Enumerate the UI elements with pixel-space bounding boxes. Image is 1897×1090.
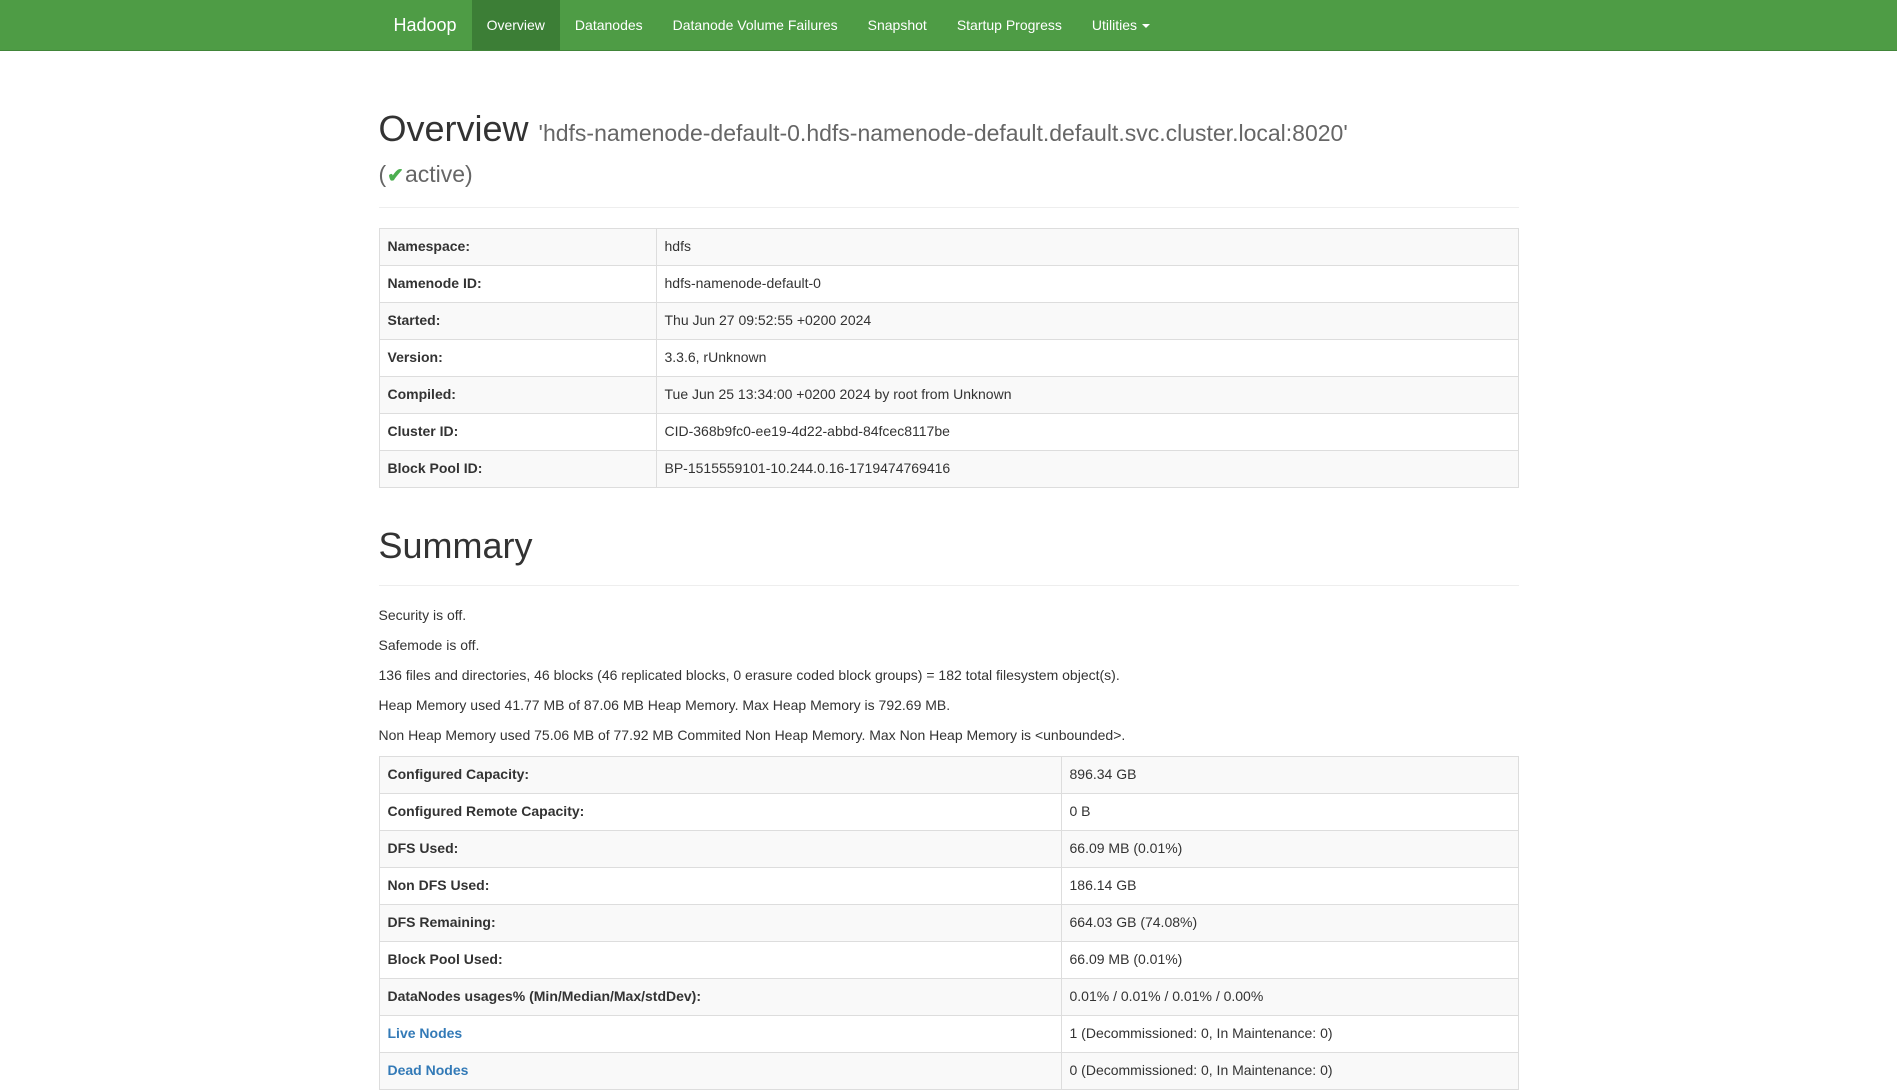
summary-title: Summary bbox=[379, 526, 1519, 566]
info-value: 3.3.6, rUnknown bbox=[656, 339, 1518, 376]
nav-item-startup-progress[interactable]: Startup Progress bbox=[942, 0, 1077, 50]
table-row: Compiled: Tue Jun 25 13:34:00 +0200 2024… bbox=[379, 376, 1518, 413]
stat-label: Configured Remote Capacity: bbox=[379, 794, 1061, 831]
page-title: Overview 'hdfs-namenode-default-0.hdfs-n… bbox=[379, 109, 1519, 187]
table-row: Live Nodes 1 (Decommissioned: 0, In Main… bbox=[379, 1016, 1518, 1053]
table-row: DFS Used: 66.09 MB (0.01%) bbox=[379, 831, 1518, 868]
table-row: Block Pool ID: BP-1515559101-10.244.0.16… bbox=[379, 450, 1518, 487]
info-value: Tue Jun 25 13:34:00 +0200 2024 by root f… bbox=[656, 376, 1518, 413]
page-header: Overview 'hdfs-namenode-default-0.hdfs-n… bbox=[379, 109, 1519, 187]
stat-label: DFS Remaining: bbox=[379, 905, 1061, 942]
paren-close: ) bbox=[465, 161, 473, 187]
navbar: Hadoop Overview Datanodes Datanode Volum… bbox=[0, 0, 1897, 51]
info-label: Cluster ID: bbox=[379, 413, 656, 450]
table-row: Cluster ID: CID-368b9fc0-ee19-4d22-abbd-… bbox=[379, 413, 1518, 450]
page-title-text: Overview bbox=[379, 108, 529, 149]
info-value: Thu Jun 27 09:52:55 +0200 2024 bbox=[656, 302, 1518, 339]
table-row: Block Pool Used: 66.09 MB (0.01%) bbox=[379, 942, 1518, 979]
table-row: DFS Remaining: 664.03 GB (74.08%) bbox=[379, 905, 1518, 942]
table-row: Namenode ID: hdfs-namenode-default-0 bbox=[379, 265, 1518, 302]
stat-value: 66.09 MB (0.01%) bbox=[1061, 942, 1518, 979]
stat-label: Dead Nodes bbox=[379, 1053, 1061, 1090]
stat-value: 0 (Decommissioned: 0, In Maintenance: 0) bbox=[1061, 1053, 1518, 1090]
nav-item-datanode-volume-failures[interactable]: Datanode Volume Failures bbox=[658, 0, 853, 50]
non-heap-memory-text: Non Heap Memory used 75.06 MB of 77.92 M… bbox=[379, 726, 1519, 746]
stat-label: DFS Used: bbox=[379, 831, 1061, 868]
live-nodes-link[interactable]: Live Nodes bbox=[388, 1025, 463, 1041]
divider bbox=[379, 207, 1519, 208]
table-row: Configured Remote Capacity: 0 B bbox=[379, 794, 1518, 831]
stat-value: 896.34 GB bbox=[1061, 757, 1518, 794]
namenode-endpoint: 'hdfs-namenode-default-0.hdfs-namenode-d… bbox=[539, 120, 1348, 146]
namenode-status: (✔active) bbox=[379, 162, 1519, 187]
table-row: Started: Thu Jun 27 09:52:55 +0200 2024 bbox=[379, 302, 1518, 339]
nav-utilities-label: Utilities bbox=[1092, 17, 1137, 33]
safemode-status-text: Safemode is off. bbox=[379, 636, 1519, 656]
status-text: active bbox=[405, 161, 465, 187]
stat-value: 664.03 GB (74.08%) bbox=[1061, 905, 1518, 942]
brand-hadoop[interactable]: Hadoop bbox=[379, 0, 472, 50]
info-value: hdfs bbox=[656, 228, 1518, 265]
nav-item-snapshot[interactable]: Snapshot bbox=[853, 0, 942, 50]
info-value: hdfs-namenode-default-0 bbox=[656, 265, 1518, 302]
stat-label: DataNodes usages% (Min/Median/Max/stdDev… bbox=[379, 979, 1061, 1016]
filesystem-objects-text: 136 files and directories, 46 blocks (46… bbox=[379, 666, 1519, 686]
main-nav: Overview Datanodes Datanode Volume Failu… bbox=[472, 0, 1165, 50]
info-label: Namenode ID: bbox=[379, 265, 656, 302]
stat-value: 66.09 MB (0.01%) bbox=[1061, 831, 1518, 868]
heap-memory-text: Heap Memory used 41.77 MB of 87.06 MB He… bbox=[379, 696, 1519, 716]
table-row: Configured Capacity: 896.34 GB bbox=[379, 757, 1518, 794]
table-row: Non DFS Used: 186.14 GB bbox=[379, 868, 1518, 905]
stat-value: 186.14 GB bbox=[1061, 868, 1518, 905]
info-label: Block Pool ID: bbox=[379, 450, 656, 487]
summary-stats-table: Configured Capacity: 896.34 GB Configure… bbox=[379, 756, 1519, 1090]
nav-item-datanodes[interactable]: Datanodes bbox=[560, 0, 658, 50]
stat-label: Block Pool Used: bbox=[379, 942, 1061, 979]
stat-label: Configured Capacity: bbox=[379, 757, 1061, 794]
info-value: BP-1515559101-10.244.0.16-1719474769416 bbox=[656, 450, 1518, 487]
namenode-info-table: Namespace: hdfs Namenode ID: hdfs-nameno… bbox=[379, 228, 1519, 488]
nav-item-utilities-dropdown[interactable]: Utilities bbox=[1077, 0, 1165, 50]
table-row: Dead Nodes 0 (Decommissioned: 0, In Main… bbox=[379, 1053, 1518, 1090]
divider bbox=[379, 585, 1519, 586]
nav-item-overview[interactable]: Overview bbox=[472, 0, 560, 50]
info-label: Started: bbox=[379, 302, 656, 339]
table-row: Namespace: hdfs bbox=[379, 228, 1518, 265]
stat-value: 0.01% / 0.01% / 0.01% / 0.00% bbox=[1061, 979, 1518, 1016]
info-label: Compiled: bbox=[379, 376, 656, 413]
stat-label: Non DFS Used: bbox=[379, 868, 1061, 905]
main-content: Overview 'hdfs-namenode-default-0.hdfs-n… bbox=[364, 109, 1534, 1090]
security-status-text: Security is off. bbox=[379, 606, 1519, 626]
stat-value: 1 (Decommissioned: 0, In Maintenance: 0) bbox=[1061, 1016, 1518, 1053]
info-label: Namespace: bbox=[379, 228, 656, 265]
table-row: DataNodes usages% (Min/Median/Max/stdDev… bbox=[379, 979, 1518, 1016]
chevron-down-icon bbox=[1142, 24, 1150, 28]
info-label: Version: bbox=[379, 339, 656, 376]
check-icon: ✔ bbox=[386, 165, 405, 187]
stat-label: Live Nodes bbox=[379, 1016, 1061, 1053]
table-row: Version: 3.3.6, rUnknown bbox=[379, 339, 1518, 376]
dead-nodes-link[interactable]: Dead Nodes bbox=[388, 1062, 469, 1078]
info-value: CID-368b9fc0-ee19-4d22-abbd-84fcec8117be bbox=[656, 413, 1518, 450]
navbar-container: Hadoop Overview Datanodes Datanode Volum… bbox=[364, 0, 1534, 50]
stat-value: 0 B bbox=[1061, 794, 1518, 831]
